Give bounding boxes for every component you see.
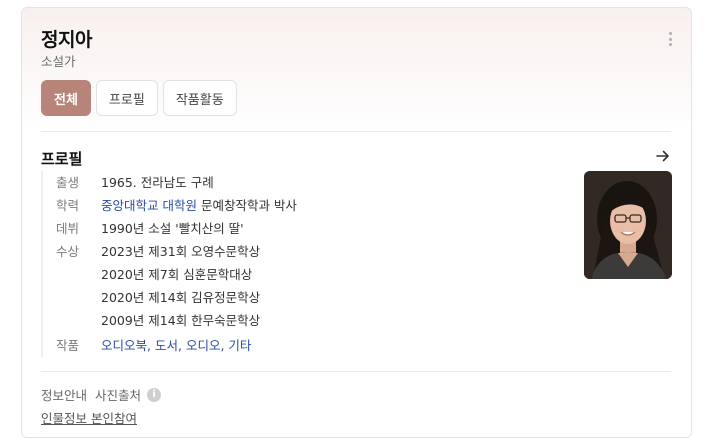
portrait-image [584,171,672,279]
info-row-works: 작품 오디오북, 도서, 오디오, 기타 [56,334,561,357]
info-icon[interactable]: i [147,387,162,402]
info-key: 데뷔 [56,221,80,236]
person-name: 정지아 [41,29,92,51]
section-title-profile: 프로필 [41,150,83,168]
participate-link[interactable]: 인물정보 본인참여 [41,408,137,427]
info-row-awards: 수상 2023년 제31회 오영수문학상 2020년 제7회 심훈문학대상 20… [56,240,561,332]
divider [41,131,671,132]
info-key: 작품 [56,338,80,353]
person-occupation: 소설가 [41,54,76,69]
arrow-right-icon[interactable] [655,148,671,164]
divider [41,371,671,372]
info-value: 1990년 소설 '빨치산의 딸' [101,221,244,236]
tab-works[interactable]: 작품활동 [162,80,237,116]
award-item: 2023년 제31회 오영수문학상 [101,244,261,259]
info-row-birth: 출생 1965. 전라남도 구례 [56,171,561,194]
works-link-books[interactable]: 도서 [155,338,178,353]
works-link-audiobook[interactable]: 오디오북 [101,338,147,353]
profile-info: 출생 1965. 전라남도 구례 학력 중앙대학교 대학원 문예창작학과 박사 … [41,171,561,357]
info-row-debut: 데뷔 1990년 소설 '빨치산의 딸' [56,217,561,240]
works-link-other[interactable]: 기타 [228,338,251,353]
profile-photo[interactable] [584,171,672,279]
info-value: 중앙대학교 대학원 문예창작학과 박사 [101,194,297,217]
school-link[interactable]: 중앙대학교 대학원 [101,198,197,213]
works-link-audio[interactable]: 오디오 [186,338,221,353]
info-key: 수상 [56,244,80,259]
tab-all[interactable]: 전체 [41,80,91,116]
info-row-education: 학력 중앙대학교 대학원 문예창작학과 박사 [56,194,561,217]
info-value: 1965. 전라남도 구례 [101,175,214,190]
tab-profile[interactable]: 프로필 [95,80,158,116]
works-links: 오디오북, 도서, 오디오, 기타 [101,338,252,353]
tab-bar: 전체 프로필 작품활동 [41,80,237,116]
more-vertical-icon[interactable] [663,30,677,48]
award-item: 2009년 제14회 한무숙문학상 [101,313,261,328]
award-item: 2020년 제14회 김유정문학상 [101,290,261,305]
award-item: 2020년 제7회 심훈문학대상 [101,267,253,282]
info-guide-label: 정보안내 [41,388,88,403]
awards-list: 2023년 제31회 오영수문학상 2020년 제7회 심훈문학대상 2020년… [101,240,260,332]
major-text: 문예창작학과 박사 [196,198,297,213]
info-key: 출생 [56,175,80,190]
photo-source-link[interactable]: 사진출처 [95,385,141,404]
info-key: 학력 [56,198,80,213]
person-card: 정지아 소설가 전체 프로필 작품활동 프로필 출생 1965. 전라남도 구례… [21,7,692,438]
info-footer: 정보안내 사진출처 i [41,385,162,404]
